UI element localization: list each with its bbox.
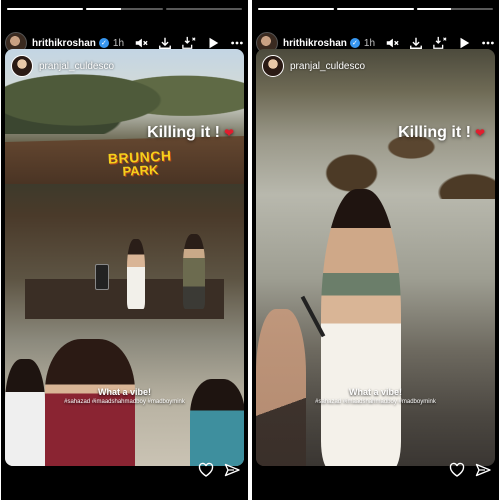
overlay-label: Killing it !: [147, 124, 220, 141]
progress-segment: [337, 8, 414, 10]
play-icon[interactable]: [457, 36, 471, 50]
overlay-label: Killing it !: [398, 124, 471, 141]
poster-username[interactable]: pranjal_culdesco: [39, 61, 114, 72]
progress-segment: [86, 8, 163, 10]
caption-hashtags[interactable]: #sahazad #imaadshahmadboy #madboymink: [256, 399, 495, 405]
caption-line-1: What a vibe!: [348, 387, 402, 397]
caption-line-1: What a vibe!: [97, 387, 151, 397]
story-footer: [198, 462, 240, 478]
more-icon[interactable]: [230, 36, 244, 50]
heart-emoji: ❤: [223, 126, 234, 140]
crowd-person: [5, 359, 45, 466]
story-caption: What a vibe! #sahazad #imaadshahmadboy #…: [5, 387, 244, 405]
story-poster[interactable]: pranjal_culdesco: [11, 55, 114, 77]
timestamp: 1h: [112, 37, 125, 49]
caption-hashtags[interactable]: #sahazad #imaadshahmadboy #madboymink: [5, 399, 244, 405]
verified-badge-icon: ✓: [349, 38, 360, 48]
save-download-icon[interactable]: [182, 36, 196, 50]
username[interactable]: hrithikroshan: [283, 38, 347, 49]
heart-icon[interactable]: [198, 462, 214, 478]
story-overlay-text: Killing it ! ❤: [398, 124, 485, 142]
play-icon[interactable]: [206, 36, 220, 50]
story-caption: What a vibe! #sahazad #imaadshahmadboy #…: [256, 387, 495, 405]
progress-segment: [416, 8, 493, 10]
story-overlay-text: Killing it ! ❤: [147, 124, 234, 142]
send-icon[interactable]: [475, 462, 491, 478]
heart-emoji: ❤: [474, 126, 485, 140]
story-panel[interactable]: hrithikroshan ✓ 1h BRUNCH PARK pranjal_c…: [1, 0, 248, 500]
story-panel[interactable]: hrithikroshan ✓ 1h pranjal_culdesco Kill…: [252, 0, 499, 500]
brunch-park-sign: BRUNCH PARK: [99, 147, 180, 180]
verified-badge-icon: ✓: [98, 38, 109, 48]
story-media[interactable]: pranjal_culdesco Killing it ! ❤ What a v…: [256, 49, 495, 466]
progress-segment: [165, 8, 242, 10]
progress-segment: [258, 8, 335, 10]
story-progress: [258, 8, 493, 10]
speaker-mute-icon[interactable]: [385, 36, 399, 50]
poster-avatar[interactable]: [11, 55, 33, 77]
phone-in-hand: [95, 264, 109, 290]
save-download-icon[interactable]: [433, 36, 447, 50]
poster-avatar[interactable]: [262, 55, 284, 77]
singer-figure: [321, 189, 401, 466]
heart-icon[interactable]: [449, 462, 465, 478]
download-icon[interactable]: [158, 36, 172, 50]
story-progress: [7, 8, 242, 10]
download-icon[interactable]: [409, 36, 423, 50]
story-media[interactable]: BRUNCH PARK pranjal_culdesco Killing it …: [5, 49, 244, 466]
speaker-mute-icon[interactable]: [134, 36, 148, 50]
progress-segment: [7, 8, 84, 10]
singer-figure: [127, 239, 145, 309]
story-poster[interactable]: pranjal_culdesco: [262, 55, 365, 77]
story-footer: [449, 462, 491, 478]
send-icon[interactable]: [224, 462, 240, 478]
timestamp: 1h: [363, 37, 376, 49]
guitarist-figure: [183, 234, 205, 309]
username[interactable]: hrithikroshan: [32, 38, 96, 49]
poster-username[interactable]: pranjal_culdesco: [290, 61, 365, 72]
more-icon[interactable]: [481, 36, 495, 50]
